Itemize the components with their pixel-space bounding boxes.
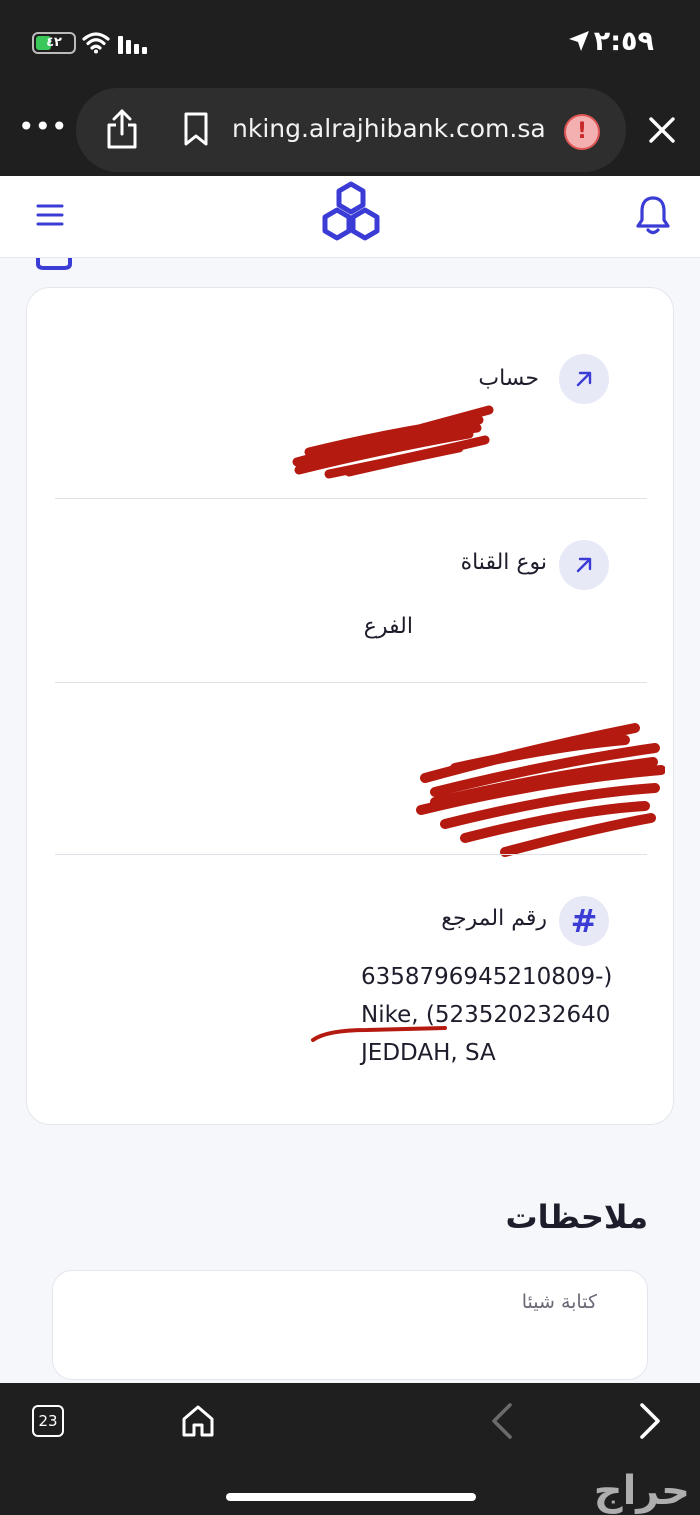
reference-number-label: رقم المرجع [441,906,547,931]
menu-icon[interactable] [36,202,64,228]
merchant-underline-mark [311,1026,447,1042]
notes-title: ملاحظات [505,1198,648,1236]
account-row-icon [559,354,609,404]
signal-icon [118,36,147,54]
battery-icon: ٤٢ [32,32,76,54]
account-label: حساب [478,366,539,391]
partially-hidden-icon [36,258,72,270]
browser-bottom-toolbar: 23 حراج [0,1383,700,1515]
address-bar[interactable]: nking.alrajhibank.com.sa ! [76,88,626,172]
security-warning-icon[interactable]: ! [564,114,600,150]
arrow-up-right-icon [576,557,592,573]
notes-input[interactable]: كتابة شيئا [52,1270,648,1380]
notes-placeholder: كتابة شيئا [521,1291,597,1313]
account-value-redaction [292,405,494,479]
status-time: ٢:٥٩ [593,26,654,57]
share-icon[interactable] [104,108,140,150]
channel-row-icon [559,540,609,590]
divider [55,854,647,855]
url-value: nking.alrajhibank.com.sa [232,114,546,143]
location-arrow-icon [569,31,589,51]
app-header [0,176,700,258]
divider [55,682,647,683]
tabs-button[interactable]: 23 [32,1405,64,1437]
channel-type-label: نوع القناة [460,550,547,575]
home-indicator [226,1493,476,1501]
transaction-details-card: حساب نوع القناة الفرع # رقم المرجع 63587… [26,287,674,1125]
url-text: nking.alrajhibank.com.sa [232,114,552,148]
arrow-up-right-icon [576,371,592,387]
bookmark-icon[interactable] [182,112,210,146]
back-icon[interactable] [486,1401,516,1441]
reference-line: 6358796945210809-) [361,964,613,990]
haraj-watermark: حراج [593,1468,690,1514]
alrajhi-logo[interactable] [316,180,386,246]
divider [55,498,647,499]
wifi-icon [82,32,110,54]
home-icon[interactable] [180,1403,216,1439]
redacted-row [416,723,665,857]
reference-number-value: 6358796945210809-) Nike, (523520232640 J… [361,958,631,1072]
browser-bar: ••• nking.alrajhibank.com.sa ! [0,84,700,176]
battery-percent: ٤٢ [46,35,62,50]
hash-icon: # [570,902,598,940]
close-icon[interactable] [640,110,684,150]
status-bar: ٤٢ ٢:٥٩ [0,0,700,84]
more-options-button[interactable]: ••• [18,110,68,150]
channel-type-value: الفرع [363,614,413,639]
forward-icon[interactable] [636,1401,666,1441]
reference-row-icon: # [559,896,609,946]
bell-icon[interactable] [634,194,672,236]
